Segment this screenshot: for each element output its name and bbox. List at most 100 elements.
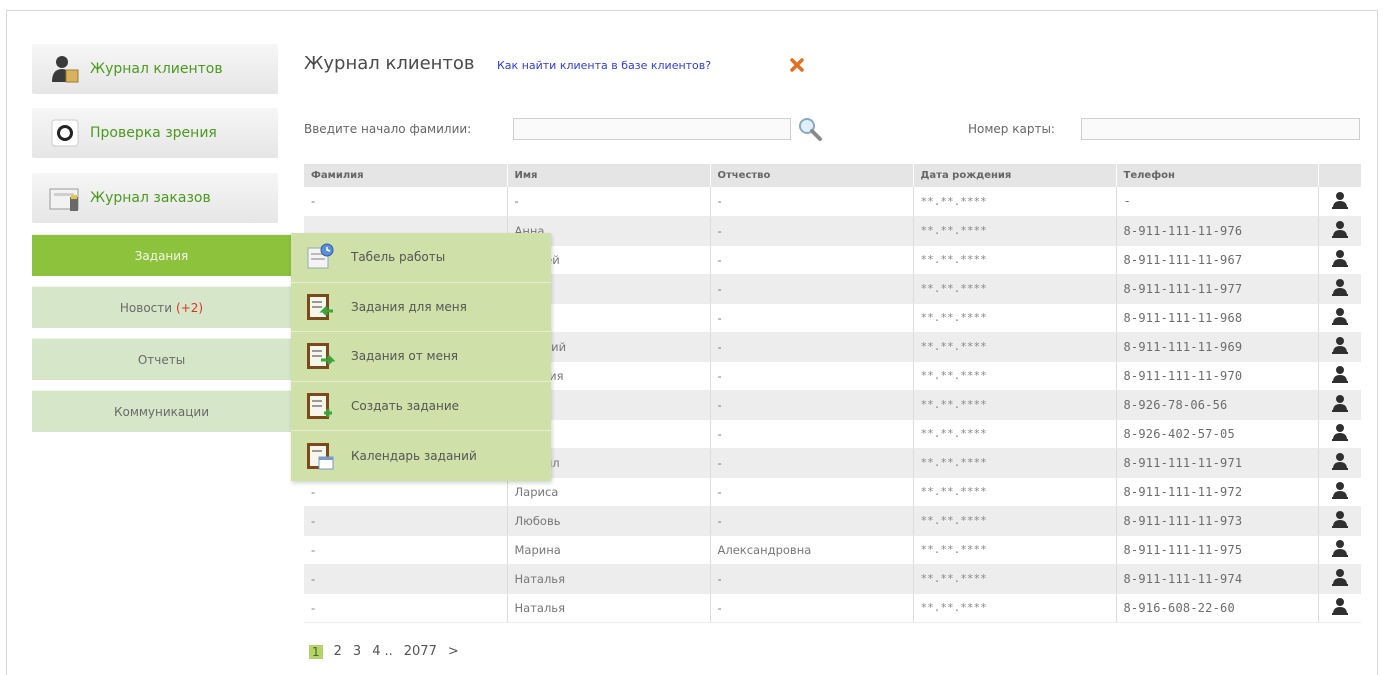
column-header-phone[interactable]: Телефон [1116, 164, 1319, 187]
help-link[interactable]: Как найти клиента в базе клиентов? [497, 59, 711, 72]
menu-communications-label: Коммуникации [113, 404, 210, 419]
client-card-icon[interactable] [1318, 361, 1361, 391]
close-icon[interactable] [790, 57, 804, 72]
next-page-link[interactable]: > [448, 644, 459, 659]
page-link[interactable]: 3 [353, 644, 361, 659]
submenu-tasks-for-me[interactable]: Задания для меня [291, 283, 551, 333]
card-number-input[interactable] [1081, 118, 1360, 140]
client-card-icon[interactable] [1318, 216, 1361, 246]
cell-patronymic: - [710, 274, 914, 304]
client-card-icon[interactable] [1318, 274, 1361, 304]
table-header-row: Фамилия Имя Отчество Дата рождения Телеф… [304, 164, 1362, 187]
page-link-last[interactable]: 2077 [404, 644, 437, 659]
card-number-label: Номер карты: [968, 122, 1055, 136]
cell-patronymic: - [710, 303, 914, 333]
cell-birth-date: **.**.**** [913, 564, 1117, 594]
cell-phone: 8-911-111-11-970 [1116, 361, 1319, 391]
page-link[interactable]: 4 [372, 644, 380, 659]
cell-surname: - [304, 593, 508, 623]
cell-name: Любовь [507, 506, 711, 536]
table-row[interactable]: - Марина Александровна **.**.**** 8-911-111-… [304, 535, 1361, 565]
cell-patronymic: - [710, 564, 914, 594]
table-row[interactable]: - Наталья - **.**.**** 8-911-111-11-974 [304, 564, 1361, 594]
cell-phone: 8-926-78-06-56 [1116, 390, 1319, 420]
client-card-icon[interactable] [1318, 506, 1361, 536]
submenu-task-calendar-label: Календарь заданий [351, 449, 477, 464]
pagination: 1 2 3 4 .. 2077 > [309, 644, 470, 659]
nav-client-journal-button[interactable]: Журнал клиентов [32, 44, 278, 94]
table-row[interactable]: - Наталья - **.**.**** 8-916-608-22-60 [304, 593, 1361, 623]
cell-phone: 8-911-111-11-977 [1116, 274, 1319, 304]
submenu-create-task[interactable]: Создать задание [291, 382, 551, 432]
submenu-create-task-label: Создать задание [351, 399, 460, 414]
cell-birth-date: **.**.**** [913, 535, 1117, 565]
orders-folder-icon [46, 183, 84, 213]
client-card-icon[interactable] [1318, 390, 1361, 420]
cell-phone: 8-911-111-11-969 [1116, 332, 1319, 362]
cell-surname: - [304, 187, 508, 217]
client-card-icon[interactable] [1318, 593, 1361, 623]
menu-reports[interactable]: Отчеты [32, 338, 291, 380]
cell-patronymic: - [710, 477, 914, 507]
task-calendar-icon [305, 441, 335, 471]
cell-patronymic: - [710, 506, 914, 536]
menu-tasks[interactable]: Задания [32, 234, 291, 276]
table-row[interactable]: - Любовь - **.**.**** 8-911-111-11-973 [304, 506, 1361, 536]
submenu-timesheet-label: Табель работы [351, 250, 446, 265]
cell-patronymic: - [710, 332, 914, 362]
client-card-icon[interactable] [1318, 332, 1361, 362]
cell-phone: 8-911-111-11-976 [1116, 216, 1319, 246]
tasks-for-me-icon [305, 292, 335, 322]
cell-birth-date: **.**.**** [913, 448, 1117, 478]
menu-communications[interactable]: Коммуникации [32, 390, 291, 432]
nav-vision-check-button[interactable]: Проверка зрения [32, 108, 278, 158]
cell-birth-date: **.**.**** [913, 187, 1117, 217]
search-icon[interactable] [797, 116, 823, 142]
menu-news[interactable]: Новости (+2) [32, 286, 291, 328]
cell-patronymic: - [710, 216, 914, 246]
submenu-tasks-for-me-label: Задания для меня [351, 299, 467, 314]
cell-birth-date: **.**.**** [913, 216, 1117, 246]
client-card-icon[interactable] [1318, 245, 1361, 275]
news-count-badge: (+2) [176, 300, 204, 315]
column-header-patronymic[interactable]: Отчество [710, 164, 914, 187]
cell-patronymic: - [710, 245, 914, 275]
client-person-icon [46, 54, 84, 84]
client-card-icon[interactable] [1318, 477, 1361, 507]
page-link-current[interactable]: 1 [309, 644, 323, 659]
column-header-surname[interactable]: Фамилия [304, 164, 508, 187]
page-link[interactable]: 2 [334, 644, 342, 659]
surname-search-input[interactable] [513, 118, 791, 140]
menu-tasks-label: Задания [134, 248, 189, 263]
table-row[interactable]: - Лариса - **.**.**** 8-911-111-11-972 [304, 477, 1361, 507]
timesheet-icon [305, 242, 335, 272]
cell-phone: 8-911-111-11-974 [1116, 564, 1319, 594]
cell-birth-date: **.**.**** [913, 332, 1117, 362]
cell-patronymic: - [710, 593, 914, 623]
nav-orders-journal-button[interactable]: Журнал заказов [32, 173, 278, 223]
client-card-icon[interactable] [1318, 303, 1361, 333]
submenu-task-calendar[interactable]: Календарь заданий [291, 431, 551, 481]
client-card-icon[interactable] [1318, 535, 1361, 565]
cell-patronymic: - [710, 187, 914, 217]
tasks-submenu: Табель работы Задания для меня Задания о… [291, 233, 551, 481]
cell-birth-date: **.**.**** [913, 361, 1117, 391]
cell-birth-date: **.**.**** [913, 419, 1117, 449]
client-card-icon[interactable] [1318, 187, 1361, 217]
client-card-icon[interactable] [1318, 564, 1361, 594]
cell-patronymic: Александровна [710, 535, 914, 565]
cell-name: Наталья [507, 593, 711, 623]
client-card-icon[interactable] [1318, 448, 1361, 478]
client-card-icon[interactable] [1318, 419, 1361, 449]
submenu-timesheet[interactable]: Табель работы [291, 233, 551, 283]
submenu-tasks-from-me[interactable]: Задания от меня [291, 332, 551, 382]
cell-birth-date: **.**.**** [913, 274, 1117, 304]
cell-phone: 8-926-402-57-05 [1116, 419, 1319, 449]
table-row[interactable]: - - - **.**.**** - [304, 187, 1361, 217]
cell-name: Лариса [507, 477, 711, 507]
menu-reports-label: Отчеты [137, 352, 186, 367]
cell-surname: - [304, 564, 508, 594]
menu-news-label: Новости [119, 300, 173, 315]
column-header-name[interactable]: Имя [507, 164, 711, 187]
column-header-birth-date[interactable]: Дата рождения [913, 164, 1117, 187]
